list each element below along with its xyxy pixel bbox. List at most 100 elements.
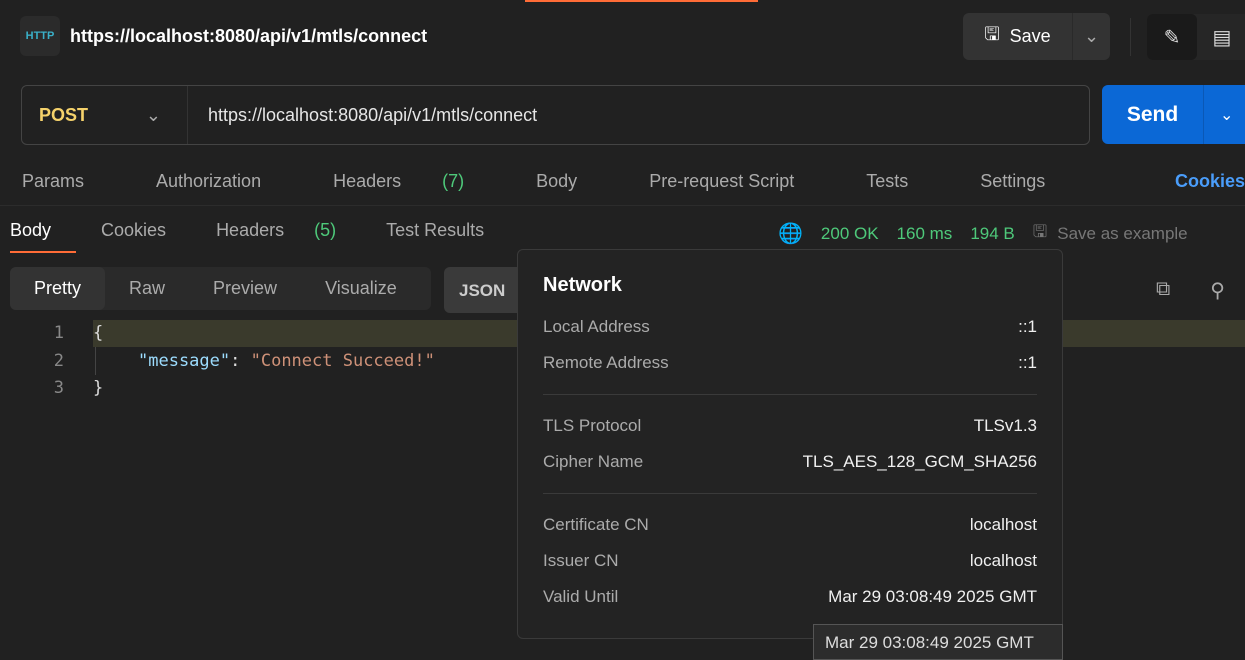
- save-dropdown-button[interactable]: ⌄: [1073, 13, 1110, 60]
- format-tabs: Pretty Raw Preview Visualize: [10, 267, 431, 310]
- response-tabs: Body Cookies Headers (5) Test Results: [10, 220, 534, 253]
- network-row: Remote Address::1: [543, 345, 1037, 381]
- divider: [1130, 18, 1131, 56]
- save-label: Save: [1009, 26, 1051, 46]
- network-label: Valid Until: [543, 587, 619, 606]
- network-label: Cipher Name: [543, 452, 644, 471]
- tab-label: Settings: [980, 171, 1046, 191]
- code-brace-close: }: [93, 378, 104, 398]
- tab-label: Pre-request Script: [649, 171, 795, 191]
- http-icon: HTTP: [20, 16, 60, 56]
- network-label: Certificate CN: [543, 515, 649, 534]
- response-tab-test-results[interactable]: Test Results: [386, 220, 509, 241]
- network-row: Valid Until Mar 29 03:08:49 2025 GMT: [543, 579, 1037, 615]
- response-time: 160 ms: [896, 223, 953, 243]
- json-key: "message": [138, 351, 231, 371]
- status-code: 200 OK: [820, 223, 879, 243]
- request-title[interactable]: https://localhost:8080/api/v1/mtls/conne…: [70, 26, 427, 47]
- divider: [0, 205, 1245, 206]
- network-row: Certificate CN localhost: [543, 507, 1037, 543]
- tab-body[interactable]: Body: [536, 171, 613, 192]
- save-button[interactable]: 🖫 Save: [963, 13, 1073, 60]
- tab-label: Authorization: [156, 171, 262, 191]
- save-as-example-label: Save as example: [1057, 223, 1188, 243]
- popover-title: Network: [543, 274, 622, 296]
- network-value: localhost: [969, 515, 1037, 534]
- url-bar: POST ⌄ https://localhost:8080/api/v1/mtls…: [21, 85, 1090, 145]
- save-button-group: 🖫 Save ⌄: [963, 13, 1110, 60]
- code-line: "message": "Connect Succeed!": [138, 351, 435, 371]
- side-tools: ✎ ▤: [1147, 14, 1245, 60]
- cookies-link[interactable]: Cookies: [1175, 171, 1245, 192]
- tab-label: Headers: [333, 171, 402, 191]
- response-tab-headers[interactable]: Headers (5): [216, 220, 361, 241]
- tab-params[interactable]: Params: [22, 171, 120, 192]
- chevron-down-icon: ⌄: [145, 104, 161, 125]
- indent-guide: [95, 347, 96, 375]
- network-row: Local Address::1: [543, 309, 1037, 345]
- json-value: "Connect Succeed!": [250, 351, 435, 371]
- json-colon: :: [230, 351, 251, 371]
- floppy-icon: 🖫: [1032, 222, 1048, 241]
- tab-authorization[interactable]: Authorization: [156, 171, 297, 192]
- line-number: 2: [53, 351, 64, 371]
- network-label: Issuer CN: [543, 551, 619, 570]
- copy-icon[interactable]: ⧉: [1156, 278, 1170, 303]
- active-tab-indicator: [525, 0, 758, 2]
- tooltip: Mar 29 03:08:49 2025 GMT: [813, 624, 1063, 660]
- tab-settings[interactable]: Settings: [980, 171, 1081, 192]
- format-tab-raw[interactable]: Raw: [105, 278, 189, 299]
- tab-headers[interactable]: Headers (7): [333, 171, 500, 192]
- url-input[interactable]: https://localhost:8080/api/v1/mtls/conne…: [188, 105, 537, 126]
- response-status: 🌐 200 OK 160 ms 194 B 🖫 Save as example: [778, 219, 1188, 248]
- network-value: ::1: [1018, 353, 1037, 372]
- pencil-icon[interactable]: ✎: [1147, 14, 1197, 60]
- save-as-example-button[interactable]: 🖫 Save as example: [1033, 219, 1188, 248]
- method-select[interactable]: POST ⌄: [22, 86, 188, 144]
- format-tab-visualize[interactable]: Visualize: [301, 278, 421, 299]
- search-icon[interactable]: ⚲: [1210, 278, 1225, 303]
- divider: [543, 493, 1037, 494]
- tab-tests[interactable]: Tests: [866, 171, 944, 192]
- tab-label: Test Results: [386, 220, 485, 240]
- request-tabs: Params Authorization Headers (7) Body Pre-re…: [22, 171, 1117, 192]
- tab-count: (7): [442, 171, 465, 191]
- send-dropdown-button[interactable]: ⌄: [1204, 85, 1245, 144]
- method-label: POST: [39, 104, 89, 125]
- tab-count: (5): [314, 220, 337, 240]
- format-tab-preview[interactable]: Preview: [189, 278, 301, 299]
- network-value: localhost: [969, 551, 1037, 570]
- tab-label: Body: [536, 171, 578, 191]
- network-globe-lock-icon[interactable]: 🌐: [778, 221, 803, 246]
- network-value: TLS_AES_128_GCM_SHA256: [802, 452, 1037, 471]
- format-tab-pretty[interactable]: Pretty: [10, 267, 106, 310]
- network-popover: Network Local Address::1 Remote Address::…: [517, 249, 1063, 639]
- comment-icon[interactable]: ▤: [1197, 14, 1245, 60]
- tab-label: Params: [22, 171, 85, 191]
- network-label: Local Address: [543, 317, 650, 336]
- send-button[interactable]: Send: [1102, 85, 1204, 144]
- tab-label: Headers: [216, 220, 285, 240]
- network-value: Mar 29 03:08:49 2025 GMT: [828, 587, 1037, 606]
- tab-label: Body: [10, 220, 52, 240]
- line-number: 1: [53, 323, 64, 343]
- network-row: Issuer CN localhost: [543, 543, 1037, 579]
- network-label: TLS Protocol: [543, 416, 642, 435]
- tab-label: Tests: [866, 171, 909, 191]
- network-label: Remote Address: [543, 353, 669, 372]
- floppy-icon: 🖫: [984, 23, 1000, 44]
- send-button-group: Send ⌄: [1102, 85, 1245, 144]
- network-row: Cipher Name TLS_AES_128_GCM_SHA256: [543, 444, 1037, 480]
- response-size: 194 B: [970, 223, 1015, 243]
- divider: [543, 394, 1037, 395]
- tab-label: Cookies: [101, 220, 167, 240]
- line-number: 3: [53, 378, 64, 398]
- body-tools: ⧉ ⚲: [1156, 278, 1225, 303]
- network-value: TLSv1.3: [973, 416, 1037, 435]
- tab-pre-request-script[interactable]: Pre-request Script: [649, 171, 830, 192]
- network-value: ::1: [1018, 317, 1037, 336]
- response-tab-body[interactable]: Body: [10, 220, 77, 253]
- response-tab-cookies[interactable]: Cookies: [101, 220, 191, 241]
- code-brace-open: {: [93, 323, 104, 343]
- network-row: TLS Protocol TLSv1.3: [543, 408, 1037, 444]
